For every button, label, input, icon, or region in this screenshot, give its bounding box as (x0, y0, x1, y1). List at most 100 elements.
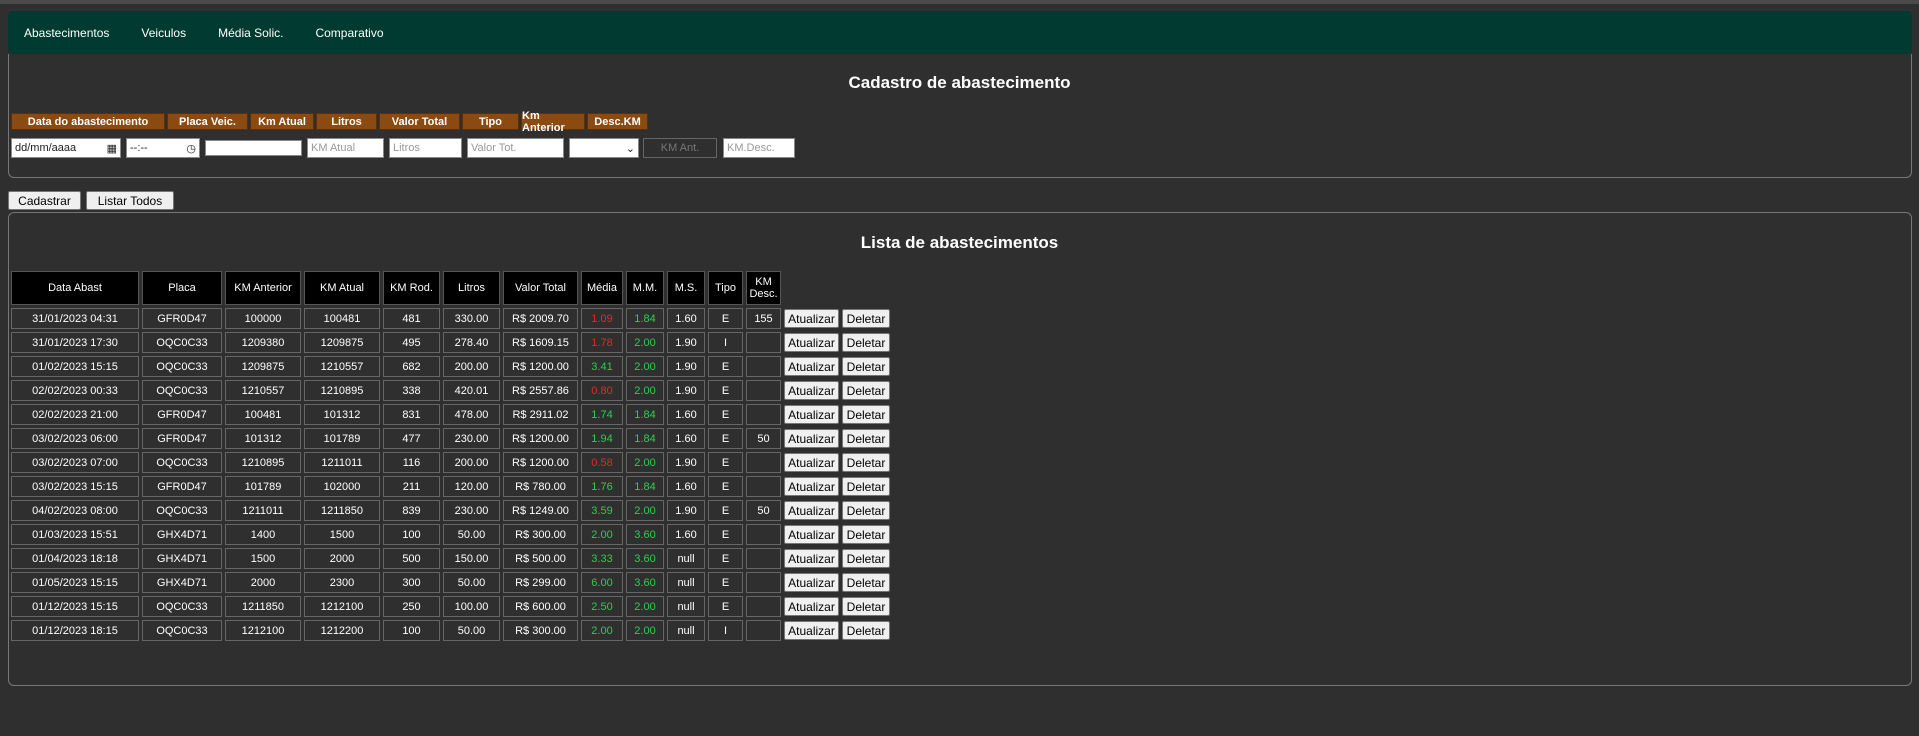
col-litros-cell: 150.00 (443, 548, 500, 569)
nav-veiculos[interactable]: Veiculos (141, 26, 186, 40)
col-mm-cell: 1.84 (626, 428, 664, 449)
deletar-button[interactable]: Deletar (842, 309, 890, 328)
header-placa: Placa Veic. (167, 113, 248, 130)
atualizar-button[interactable]: Atualizar (784, 525, 839, 544)
litros-input[interactable]: Litros (389, 138, 462, 158)
col-km-desc-cell (746, 596, 781, 617)
nav-media-solic[interactable]: Média Solic. (218, 26, 283, 40)
col-placa-cell: OQC0C33 (142, 596, 222, 617)
deletar-button[interactable]: Deletar (842, 405, 890, 424)
deletar-cell: Deletar (842, 428, 890, 449)
atualizar-button[interactable]: Atualizar (784, 573, 839, 592)
tipo-select[interactable]: ⌄ (569, 138, 639, 158)
col-litros-cell: 230.00 (443, 500, 500, 521)
atualizar-button[interactable]: Atualizar (784, 597, 839, 616)
col-valor-total-cell: R$ 1200.00 (503, 356, 578, 377)
deletar-button[interactable]: Deletar (842, 429, 890, 448)
deletar-button[interactable]: Deletar (842, 381, 890, 400)
cadastrar-button[interactable]: Cadastrar (8, 191, 81, 210)
col-placa-cell: GFR0D47 (142, 476, 222, 497)
col-km-anterior-cell: 1400 (225, 524, 301, 545)
deletar-button[interactable]: Deletar (842, 525, 890, 544)
calendar-icon[interactable]: ▦ (107, 142, 117, 155)
deletar-button[interactable]: Deletar (842, 549, 890, 568)
atualizar-button[interactable]: Atualizar (784, 453, 839, 472)
atualizar-button[interactable]: Atualizar (784, 357, 839, 376)
deletar-cell: Deletar (842, 308, 890, 329)
atualizar-button[interactable]: Atualizar (784, 477, 839, 496)
col-km-desc-cell (746, 572, 781, 593)
navbar: Abastecimentos Veiculos Média Solic. Com… (8, 11, 1912, 54)
col-km-rod-cell: 500 (383, 548, 440, 569)
col-media-cell: 2.50 (581, 596, 623, 617)
col-litros-cell: 50.00 (443, 572, 500, 593)
deletar-cell: Deletar (842, 452, 890, 473)
col-data-abast-cell: 01/12/2023 15:15 (11, 596, 139, 617)
atualizar-button[interactable]: Atualizar (784, 333, 839, 352)
col-tipo-cell: I (708, 620, 743, 641)
deletar-button[interactable]: Deletar (842, 597, 890, 616)
atualizar-button[interactable]: Atualizar (784, 309, 839, 328)
atualizar-button[interactable]: Atualizar (784, 501, 839, 520)
col-km-atual-cell: 1212100 (304, 596, 380, 617)
clock-icon[interactable]: ◷ (186, 142, 196, 155)
col-placa-header: Placa (142, 271, 222, 305)
nav-abastecimentos[interactable]: Abastecimentos (24, 26, 109, 40)
col-mm-cell: 2.00 (626, 596, 664, 617)
col-tipo-cell: E (708, 428, 743, 449)
col-data-abast-cell: 03/02/2023 15:15 (11, 476, 139, 497)
time-input[interactable]: --:-- ◷ (126, 138, 200, 158)
col-mm-cell: 1.84 (626, 476, 664, 497)
placa-input[interactable] (205, 140, 302, 156)
atualizar-button[interactable]: Atualizar (784, 549, 839, 568)
col-ms-cell: 1.60 (667, 404, 705, 425)
col-litros-cell: 420.01 (443, 380, 500, 401)
col-valor-total-cell: R$ 299.00 (503, 572, 578, 593)
col-km-atual-cell: 1209875 (304, 332, 380, 353)
table-row: 01/04/2023 18:18 GHX4D71 1500 2000 500 150.00… (11, 548, 890, 569)
col-media-cell: 1.74 (581, 404, 623, 425)
valor-input[interactable]: Valor Tot. (467, 138, 564, 158)
atualizar-cell: Atualizar (784, 548, 839, 569)
col-media-cell: 3.33 (581, 548, 623, 569)
atualizar-button[interactable]: Atualizar (784, 381, 839, 400)
deletar-cell: Deletar (842, 356, 890, 377)
col-data-abast-cell: 02/02/2023 00:33 (11, 380, 139, 401)
atualizar-button[interactable]: Atualizar (784, 405, 839, 424)
col-valor-total-cell: R$ 1249.00 (503, 500, 578, 521)
col-media-cell: 1.09 (581, 308, 623, 329)
col-ms-cell: 1.90 (667, 452, 705, 473)
km-desc-input[interactable]: KM.Desc. (723, 138, 795, 158)
window-top-strip (0, 0, 1919, 4)
table-row: 31/01/2023 17:30 OQC0C33 1209380 1209875 495… (11, 332, 890, 353)
atualizar-button[interactable]: Atualizar (784, 621, 839, 640)
col-km-desc-cell (746, 620, 781, 641)
col-data-abast-cell: 04/02/2023 08:00 (11, 500, 139, 521)
listar-todos-button[interactable]: Listar Todos (86, 191, 174, 210)
deletar-button[interactable]: Deletar (842, 477, 890, 496)
col-valor-total-cell: R$ 500.00 (503, 548, 578, 569)
col-valor-total-cell: R$ 1609.15 (503, 332, 578, 353)
atualizar-cell: Atualizar (784, 332, 839, 353)
deletar-button[interactable]: Deletar (842, 573, 890, 592)
col-km-desc-cell: 50 (746, 428, 781, 449)
deletar-button[interactable]: Deletar (842, 453, 890, 472)
deletar-cell: Deletar (842, 380, 890, 401)
km-atual-input[interactable]: KM Atual (307, 138, 384, 158)
col-km-anterior-cell: 1210895 (225, 452, 301, 473)
nav-comparativo[interactable]: Comparativo (315, 26, 383, 40)
header-valor-total: Valor Total (379, 113, 460, 130)
atualizar-button[interactable]: Atualizar (784, 429, 839, 448)
col-km-desc-cell (746, 548, 781, 569)
deletar-button[interactable]: Deletar (842, 357, 890, 376)
col-mm-cell: 3.60 (626, 572, 664, 593)
col-data-abast-cell: 02/02/2023 21:00 (11, 404, 139, 425)
col-tipo-cell: I (708, 332, 743, 353)
date-input[interactable]: dd/mm/aaaa ▦ (11, 138, 121, 158)
deletar-button[interactable]: Deletar (842, 501, 890, 520)
deletar-button[interactable]: Deletar (842, 621, 890, 640)
col-km-desc-cell: 155 (746, 308, 781, 329)
deletar-button[interactable]: Deletar (842, 333, 890, 352)
col-data-abast-cell: 01/02/2023 15:15 (11, 356, 139, 377)
col-km-anterior-cell: 100000 (225, 308, 301, 329)
